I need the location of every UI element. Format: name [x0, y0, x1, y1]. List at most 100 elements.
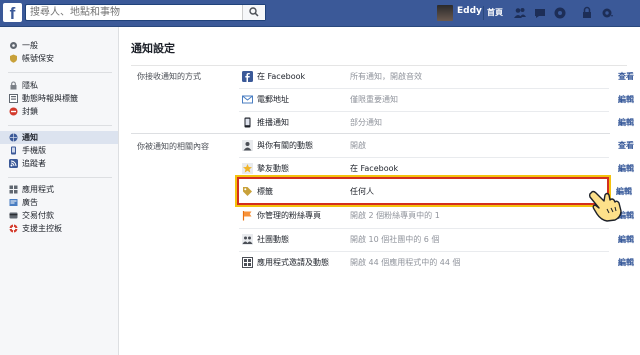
ads-icon — [9, 199, 18, 206]
sidebar-item-label: 帳號保安 — [22, 54, 54, 63]
sidebar-item-notifications[interactable]: 通知 — [0, 131, 118, 144]
row-value: 開啟 2 個粉絲專頁中的 1 — [350, 211, 440, 220]
messages-icon[interactable] — [533, 6, 547, 20]
shield-icon — [10, 54, 17, 63]
globe-icon — [9, 133, 18, 142]
settings-row-on-facebook[interactable]: 在 Facebook 所有通知，開啟音效 查看 — [239, 65, 634, 87]
section-label-delivery: 你接收通知的方式 — [137, 72, 201, 81]
sidebar-item-label: 手機版 — [22, 146, 46, 155]
sidebar-item-followers[interactable]: 追蹤者 — [0, 157, 118, 170]
app-icon — [242, 257, 253, 268]
row-label: 應用程式邀請及動態 — [257, 258, 329, 267]
settings-row-activity-about-you[interactable]: 與你有關的動態 開啟 查看 — [239, 134, 634, 156]
sidebar-item-general[interactable]: 一般 — [0, 39, 118, 52]
facebook-icon — [242, 71, 253, 82]
row-label: 電郵地址 — [257, 95, 289, 104]
top-navigation-bar: f Eddy 首頁 — [0, 0, 640, 27]
edit-link[interactable]: 編輯 — [618, 257, 634, 268]
avatar[interactable] — [437, 5, 453, 21]
sidebar-item-timeline[interactable]: 動態時報與標籤 — [0, 92, 118, 105]
sidebar-item-apps[interactable]: 應用程式 — [0, 183, 118, 196]
sidebar-group-apps: 應用程式 廣告 交易付款 支援主控板 — [0, 183, 118, 235]
sidebar-item-label: 通知 — [22, 133, 38, 142]
star-icon — [242, 163, 253, 174]
search-input[interactable] — [26, 5, 240, 20]
lock-icon — [10, 81, 17, 90]
facebook-logo[interactable]: f — [3, 3, 22, 23]
settings-gear-icon[interactable] — [600, 6, 614, 20]
rss-icon — [9, 159, 18, 168]
gear-icon — [10, 42, 17, 49]
phone-icon — [244, 117, 251, 128]
settings-row-tags[interactable]: 標籤 任何人 編輯 — [239, 180, 632, 202]
sidebar-item-label: 廣告 — [22, 198, 38, 207]
edit-link[interactable]: 編輯 — [618, 94, 634, 105]
edit-link[interactable]: 編輯 — [618, 234, 634, 245]
sidebar-group-notifications: 通知 手機版 追蹤者 — [0, 131, 118, 170]
settings-row-app-requests[interactable]: 應用程式邀請及動態 開啟 44 個應用程式中的 44 個 編輯 — [239, 251, 634, 273]
row-label: 摯友動態 — [257, 164, 289, 173]
person-icon — [242, 140, 253, 151]
timeline-icon — [9, 94, 18, 103]
sidebar-item-ads[interactable]: 廣告 — [0, 196, 118, 209]
payments-icon — [9, 212, 18, 219]
view-link[interactable]: 查看 — [618, 140, 634, 151]
row-value: 所有通知，開啟音效 — [350, 72, 422, 81]
row-value: 在 Facebook — [350, 164, 399, 173]
row-value: 部分通知 — [350, 118, 382, 127]
sidebar-item-label: 追蹤者 — [22, 159, 46, 168]
sidebar-item-label: 封鎖 — [22, 107, 38, 116]
settings-row-close-friends[interactable]: 摯友動態 在 Facebook 編輯 — [239, 157, 634, 179]
privacy-lock-icon[interactable] — [580, 6, 594, 20]
sidebar-item-blocking[interactable]: 封鎖 — [0, 105, 118, 118]
group-icon — [242, 234, 253, 245]
view-link[interactable]: 查看 — [618, 71, 634, 82]
divider — [483, 6, 484, 20]
search-icon — [249, 7, 259, 17]
profile-name-link[interactable]: Eddy — [457, 6, 482, 16]
search-button[interactable] — [242, 5, 265, 20]
search-box — [25, 4, 266, 21]
sidebar-item-label: 動態時報與標籤 — [22, 94, 78, 103]
sidebar-group-privacy: 隱私 動態時報與標籤 封鎖 — [0, 79, 118, 118]
row-label: 社團動態 — [257, 235, 289, 244]
apps-icon — [9, 185, 18, 194]
sidebar-item-payments[interactable]: 交易付款 — [0, 209, 118, 222]
row-value: 開啟 — [350, 141, 366, 150]
settings-sidebar: 一般 帳號保安 隱私 動態時報與標籤 封鎖 通知 手機版 追蹤者 應用程式 廣告… — [0, 27, 119, 355]
sidebar-item-security[interactable]: 帳號保安 — [0, 52, 118, 65]
row-label: 標籤 — [257, 187, 273, 196]
tag-icon — [243, 187, 252, 196]
sidebar-item-label: 隱私 — [22, 81, 38, 90]
edit-link[interactable]: 編輯 — [618, 117, 634, 128]
friends-icon[interactable] — [513, 6, 527, 20]
page-title: 通知設定 — [131, 42, 175, 55]
highlighted-row-frame: 標籤 任何人 編輯 — [235, 175, 632, 207]
flag-icon — [242, 211, 252, 221]
edit-link[interactable]: 編輯 — [618, 163, 634, 174]
settings-row-push[interactable]: 推播通知 部分通知 編輯 — [239, 111, 634, 133]
sidebar-group-account: 一般 帳號保安 — [0, 39, 118, 65]
home-link[interactable]: 首頁 — [487, 7, 503, 18]
sidebar-item-privacy[interactable]: 隱私 — [0, 79, 118, 92]
section-label-content: 你被通知的相關內容 — [137, 142, 209, 151]
divider — [8, 177, 112, 178]
sidebar-item-label: 支援主控板 — [22, 224, 62, 233]
row-value: 開啟 10 個社團中的 6 個 — [350, 235, 440, 244]
settings-row-pages-you-manage[interactable]: 你管理的粉絲專頁 開啟 2 個粉絲專頁中的 1 編輯 — [239, 204, 634, 226]
settings-row-email[interactable]: 電郵地址 僅限重要通知 編輯 — [239, 88, 634, 110]
notifications-icon[interactable] — [553, 6, 567, 20]
settings-row-group-activity[interactable]: 社團動態 開啟 10 個社團中的 6 個 編輯 — [239, 228, 634, 250]
sidebar-item-mobile[interactable]: 手機版 — [0, 144, 118, 157]
divider — [8, 125, 112, 126]
row-label: 你管理的粉絲專頁 — [257, 211, 321, 220]
divider — [8, 72, 112, 73]
row-label: 在 Facebook — [257, 72, 306, 81]
email-icon — [242, 95, 253, 104]
row-value: 僅限重要通知 — [350, 95, 398, 104]
row-label: 與你有關的動態 — [257, 141, 313, 150]
row-label: 推播通知 — [257, 118, 289, 127]
block-icon — [9, 107, 18, 116]
sidebar-item-label: 一般 — [22, 41, 38, 50]
sidebar-item-support[interactable]: 支援主控板 — [0, 222, 118, 235]
